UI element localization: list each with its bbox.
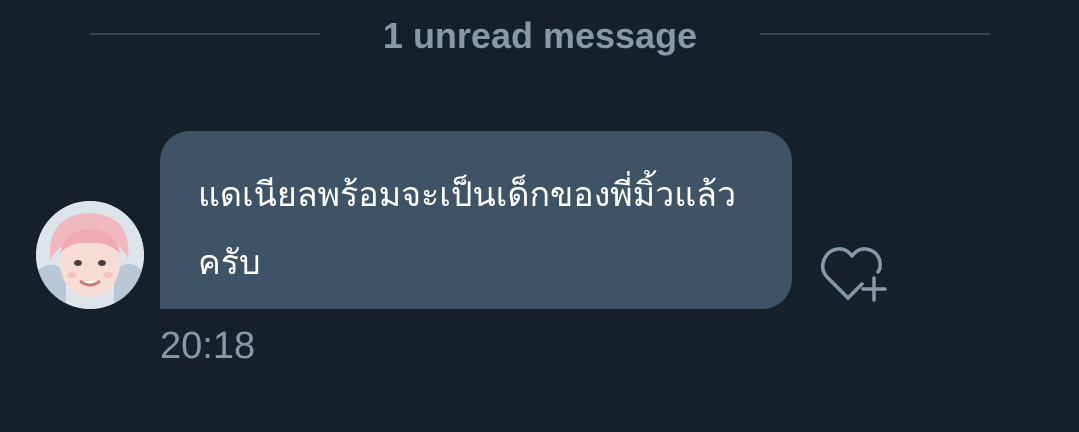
unread-divider-line-right (760, 33, 990, 35)
message-text: แดเนียลพร้อมจะเป็นเด็กของพี่มิ้วแล้วครับ (198, 175, 737, 283)
unread-divider-line-left (90, 33, 320, 35)
unread-divider-label: 1 unread message (382, 15, 698, 56)
sender-avatar[interactable] (36, 201, 144, 309)
heart-add-icon[interactable] (818, 240, 892, 306)
message-timestamp: 20:18 (160, 325, 256, 367)
message-bubble[interactable]: แดเนียลพร้อมจะเป็นเด็กของพี่มิ้วแล้วครับ (160, 131, 792, 309)
